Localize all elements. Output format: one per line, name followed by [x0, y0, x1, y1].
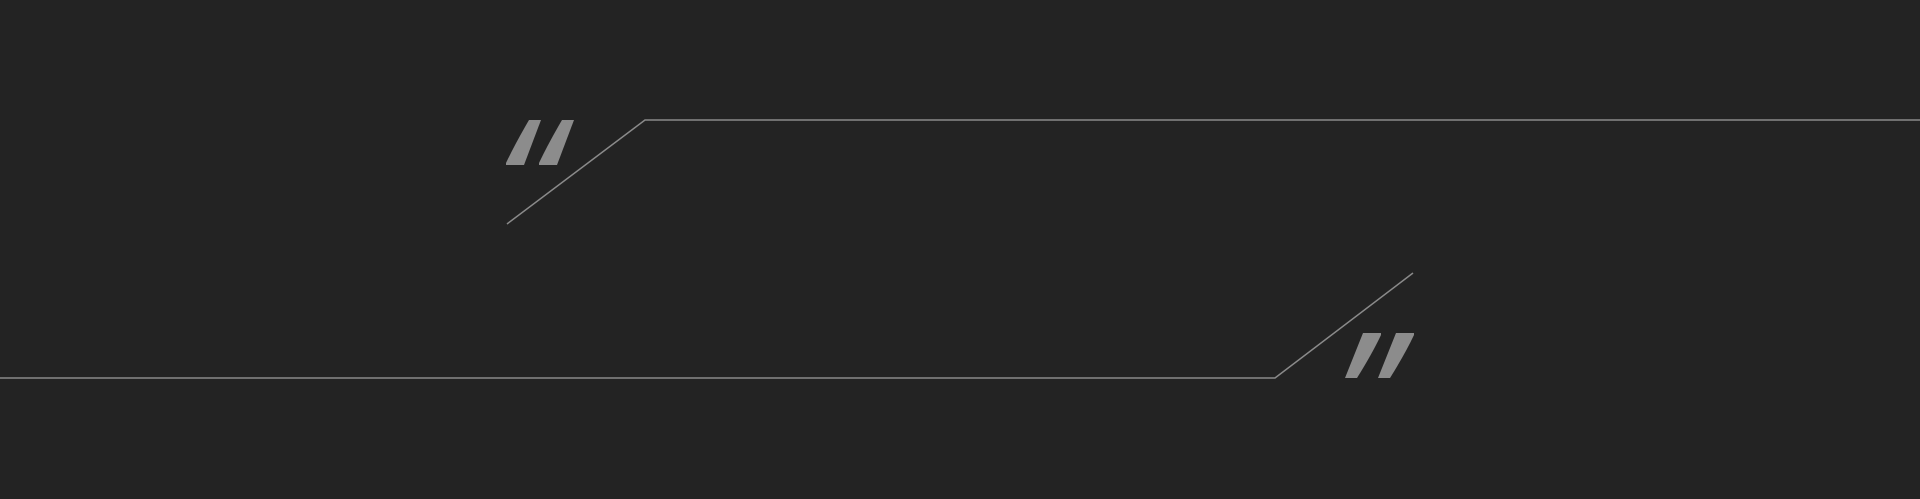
closing-quote-icon	[1345, 333, 1414, 378]
quote-frame	[0, 0, 1920, 499]
bottom-frame-line	[0, 272, 1414, 379]
quote-frame-graphic	[0, 119, 1920, 379]
opening-quote-icon	[506, 120, 574, 165]
top-frame-line	[506, 119, 1920, 225]
